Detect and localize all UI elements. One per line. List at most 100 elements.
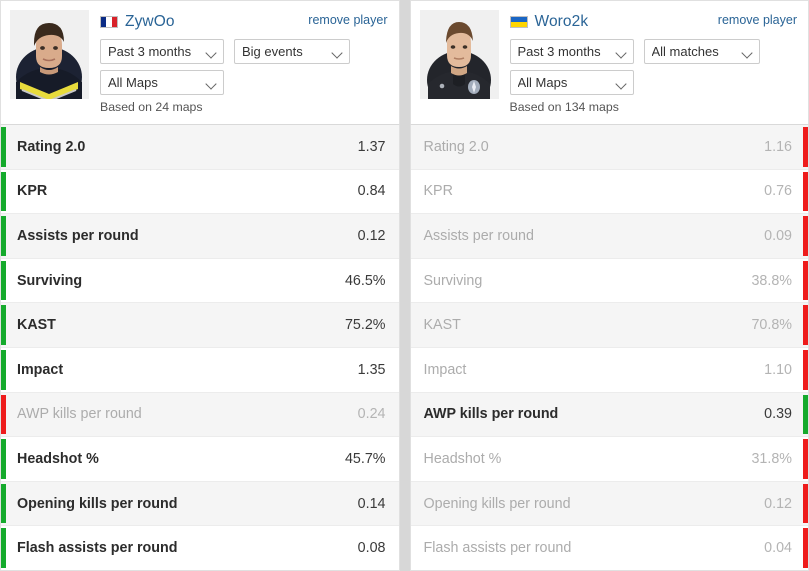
stat-label: Impact <box>17 361 64 378</box>
stat-row: Rating 2.0 1.16 <box>410 125 808 170</box>
france-flag-icon <box>100 16 118 28</box>
period-filter-left[interactable]: Past 3 months <box>100 39 224 64</box>
stat-row: AWP kills per round 0.24 <box>1 392 399 438</box>
stat-lose-bar <box>803 216 808 256</box>
stat-value: 1.16 <box>764 138 792 155</box>
stat-label: Assists per round <box>17 227 139 244</box>
based-on-label-right: Based on 134 maps <box>509 100 619 114</box>
stat-value: 0.76 <box>764 183 792 200</box>
filters-left: Past 3 months Big events All Maps <box>100 39 360 95</box>
stat-win-bar <box>1 483 6 524</box>
stat-label: KPR <box>423 183 453 200</box>
stat-row: Rating 2.0 1.37 <box>1 125 399 170</box>
avatar-image-zywoo <box>10 10 89 99</box>
remove-player-link-left[interactable]: remove player <box>308 12 387 28</box>
stat-label: Rating 2.0 <box>423 138 489 155</box>
stat-value: 45.7% <box>344 450 386 467</box>
stat-label: Rating 2.0 <box>17 138 86 155</box>
stat-row: Headshot % 31.8% <box>410 437 808 482</box>
stat-lose-bar <box>803 260 808 301</box>
stat-row: Surviving 46.5% <box>1 258 399 304</box>
stat-row: Assists per round 0.12 <box>1 214 399 259</box>
stat-lose-bar <box>803 171 808 212</box>
stat-lose-bar <box>803 483 808 524</box>
stat-row: Impact 1.35 <box>1 347 399 393</box>
stat-value: 70.8% <box>751 317 792 334</box>
ukraine-flag-icon <box>509 16 528 28</box>
player-avatar-left[interactable] <box>10 10 89 99</box>
stat-value: 0.04 <box>764 540 792 557</box>
stat-value: 1.10 <box>764 361 792 378</box>
stat-value: 0.09 <box>764 227 792 244</box>
stat-row: Impact 1.10 <box>410 347 808 393</box>
stat-value: 1.37 <box>357 138 386 155</box>
avatar-image-woro2k <box>419 10 499 99</box>
remove-player-link-right[interactable]: remove player <box>718 12 797 28</box>
stat-lose-bar <box>803 528 808 568</box>
stat-label: Surviving <box>423 272 483 289</box>
stat-label: AWP kills per round <box>17 406 142 423</box>
stats-list-right: Rating 2.0 1.16 KPR 0.76 Assists per round 0.… <box>409 125 809 571</box>
period-filter-right[interactable]: Past 3 months <box>509 39 634 64</box>
stat-value: 38.8% <box>751 272 792 289</box>
stat-value: 0.84 <box>357 183 386 200</box>
based-on-label-left: Based on 24 maps <box>100 100 203 114</box>
stat-row: Opening kills per round 0.12 <box>410 481 808 527</box>
stat-label: Impact <box>423 361 467 378</box>
stat-win-bar <box>1 260 6 301</box>
stat-win-bar <box>1 127 6 167</box>
stat-lose-bar <box>803 305 808 345</box>
stats-list-left: Rating 2.0 1.37 KPR 0.84 Assists per round 0.… <box>0 125 400 571</box>
stat-label: Surviving <box>17 272 83 289</box>
player-comparison: ZywOo Past 3 months Big events All Maps … <box>0 0 809 571</box>
stat-lose-bar <box>1 394 6 435</box>
stat-label: Opening kills per round <box>17 495 178 512</box>
stat-value: 1.35 <box>357 361 386 378</box>
stat-value: 31.8% <box>751 450 792 467</box>
stat-win-bar <box>1 171 6 212</box>
events-filter-right[interactable]: All matches <box>643 39 760 64</box>
stat-row: Surviving 38.8% <box>410 258 808 304</box>
stat-label: Assists per round <box>423 227 534 244</box>
player-name-link-right[interactable]: Woro2k <box>535 13 589 31</box>
stat-lose-bar <box>803 349 808 390</box>
stat-row: KPR 0.84 <box>1 169 399 215</box>
player-header-card-left: ZywOo Past 3 months Big events All Maps … <box>0 0 400 125</box>
maps-filter-wrap-right: All Maps <box>509 70 634 95</box>
stat-value: 0.14 <box>357 495 386 512</box>
stat-row: KAST 70.8% <box>410 303 808 348</box>
stat-value: 0.12 <box>357 227 386 244</box>
period-filter-wrap-right: Past 3 months <box>509 39 634 64</box>
stat-label: Headshot % <box>423 450 502 467</box>
stat-win-bar <box>1 305 6 345</box>
maps-filter-left[interactable]: All Maps <box>100 70 224 95</box>
stat-label: Flash assists per round <box>17 540 178 557</box>
events-filter-left[interactable]: Big events <box>234 39 350 64</box>
stat-value: 46.5% <box>344 272 386 289</box>
stat-row: Flash assists per round 0.04 <box>410 526 808 570</box>
events-filter-wrap-left: Big events <box>234 39 350 64</box>
stat-value: 0.39 <box>764 406 792 423</box>
stat-label: Opening kills per round <box>423 495 571 512</box>
player-name-link-left[interactable]: ZywOo <box>125 13 175 31</box>
filters-right: Past 3 months All matches All Maps <box>509 39 770 95</box>
stat-value: 0.08 <box>357 540 386 557</box>
stat-label: KPR <box>17 183 48 200</box>
stat-lose-bar <box>803 127 808 167</box>
stat-row: Headshot % 45.7% <box>1 437 399 482</box>
player-column-right: Woro2k Past 3 months All matches All Map… <box>409 0 809 571</box>
stat-row: Opening kills per round 0.14 <box>1 481 399 527</box>
stat-label: AWP kills per round <box>423 406 559 423</box>
stat-label: Flash assists per round <box>423 540 572 557</box>
stat-row: KPR 0.76 <box>410 169 808 215</box>
stat-label: KAST <box>423 317 461 334</box>
maps-filter-right[interactable]: All Maps <box>509 70 634 95</box>
maps-filter-wrap-left: All Maps <box>100 70 224 95</box>
stat-value: 75.2% <box>344 317 386 334</box>
stat-label: KAST <box>17 317 56 334</box>
stat-lose-bar <box>803 439 808 479</box>
player-header-card-right: Woro2k Past 3 months All matches All Map… <box>409 0 809 125</box>
player-avatar-right[interactable] <box>419 10 499 99</box>
stat-row: Flash assists per round 0.08 <box>1 526 399 570</box>
stat-row: AWP kills per round 0.39 <box>410 392 808 438</box>
